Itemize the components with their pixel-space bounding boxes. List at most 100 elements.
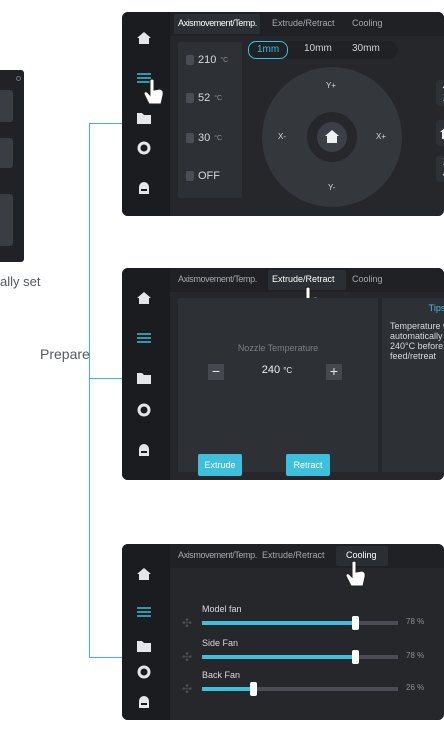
fan-row-back: Back Fan ✣ 26 %: [178, 670, 444, 716]
slider-knob[interactable]: [249, 682, 257, 696]
fan-percent: 78 %: [406, 651, 425, 660]
step-30mm[interactable]: 30mm: [352, 43, 380, 54]
home-icon[interactable]: [136, 566, 152, 582]
extrude-button[interactable]: Extrude: [198, 454, 242, 476]
hand-cursor-icon: [345, 560, 366, 587]
tab-axis-temp[interactable]: Axismovement/Temp.: [178, 274, 257, 284]
fan-name: Side Fan: [202, 638, 239, 648]
home-axes-icon: [325, 130, 339, 143]
sidebar: [122, 544, 166, 720]
sliders-icon[interactable]: [136, 330, 152, 346]
fan-percent: 78 %: [406, 617, 425, 626]
connector-line: [89, 378, 125, 379]
x-minus-button[interactable]: X-: [278, 132, 286, 141]
slider-fill: [202, 687, 253, 691]
tab-axis-temp[interactable]: Axismovement/Temp.: [178, 550, 257, 560]
y-minus-button[interactable]: Y-: [328, 183, 335, 192]
tips-panel: Tips Temperature will automatically heat…: [382, 298, 444, 472]
y-plus-button[interactable]: Y+: [326, 81, 336, 90]
extrude-retract-screen: Axismovement/Temp. Extrude/Retract Cooli…: [122, 268, 444, 480]
home-icon[interactable]: [136, 30, 152, 46]
main-content: Axismovement/Temp. Extrude/Retract Cooli…: [170, 12, 444, 216]
main-content: Axismovement/Temp. Extrude/Retract Cooli…: [170, 544, 444, 720]
tab-extrude-retract[interactable]: Extrude/Retract: [272, 18, 335, 28]
bed-icon: [186, 93, 194, 103]
prepare-label: Prepare: [40, 346, 90, 362]
fan-icon: ✣: [182, 682, 193, 696]
folder-icon[interactable]: [136, 370, 152, 386]
sliders-icon[interactable]: [136, 604, 152, 620]
tab-cooling[interactable]: Cooling: [352, 18, 383, 28]
fan-slider[interactable]: [202, 616, 398, 630]
fan-name: Back Fan: [202, 670, 241, 680]
fragment-button: [0, 194, 13, 246]
connector-line: [89, 657, 125, 658]
retract-button[interactable]: Retract: [286, 454, 330, 476]
tab-extrude-retract[interactable]: Extrude/Retract: [272, 274, 335, 284]
main-content: Axismovement/Temp. Extrude/Retract Cooli…: [170, 268, 444, 480]
home-z-icon: [440, 128, 444, 139]
step-selector: 1mm 10mm 30mm: [248, 41, 398, 59]
home-z-button[interactable]: [436, 120, 444, 146]
step-10mm[interactable]: 10mm: [304, 43, 332, 54]
bed-temp[interactable]: 52 °C: [186, 92, 222, 104]
chamber-temp[interactable]: 30 °C: [186, 132, 222, 144]
fan-name: Model fan: [202, 604, 242, 614]
chamber-icon: [186, 133, 194, 143]
tab-cooling[interactable]: Cooling: [352, 274, 383, 284]
tab-bar: Axismovement/Temp. Extrude/Retract Cooli…: [170, 12, 444, 36]
nozzle-temperature-label: Nozzle Temperature: [237, 343, 319, 353]
cooling-screen: Axismovement/Temp. Extrude/Retract Cooli…: [122, 544, 444, 720]
home-icon[interactable]: [136, 290, 152, 306]
nozzle-temp[interactable]: 210 °C: [186, 54, 228, 66]
fan-slider[interactable]: [202, 650, 398, 664]
slider-knob[interactable]: [351, 650, 359, 664]
connector-line: [89, 123, 125, 124]
increase-temp-button[interactable]: +: [326, 364, 342, 380]
slider-fill: [202, 655, 355, 659]
sidebar: [122, 12, 166, 216]
robot-icon[interactable]: [136, 442, 152, 458]
nozzle-temperature-panel: Nozzle Temperature − 240 °C + Extrude Re…: [178, 298, 378, 476]
axis-temp-screen: Axismovement/Temp. Extrude/Retract Cooli…: [122, 12, 444, 216]
tips-text: Temperature will automatically heat up t…: [390, 321, 444, 361]
gear-icon[interactable]: [136, 402, 152, 418]
folder-icon[interactable]: [136, 110, 152, 126]
tab-bar: Axismovement/Temp. Extrude/Retract Cooli…: [170, 544, 444, 568]
tips-title: Tips: [428, 303, 444, 313]
fan-icon: [186, 171, 194, 181]
fragment-button: [0, 138, 13, 168]
fan-slider[interactable]: [202, 682, 398, 696]
home-all-button[interactable]: [317, 122, 347, 152]
connector-bracket: [89, 123, 125, 658]
z-up-button[interactable]: Z: [436, 80, 444, 106]
decrease-temp-button[interactable]: −: [208, 364, 224, 380]
x-plus-button[interactable]: X+: [376, 132, 386, 141]
fan-icon: ✣: [182, 650, 193, 664]
fragment-button: [0, 90, 13, 122]
tab-extrude-retract[interactable]: Extrude/Retract: [262, 550, 325, 560]
folder-icon[interactable]: [136, 638, 152, 654]
robot-icon[interactable]: [136, 694, 152, 710]
fan-status[interactable]: OFF: [186, 170, 220, 182]
left-caption: ally set: [0, 274, 41, 289]
step-1mm[interactable]: 1mm: [248, 41, 289, 59]
temperature-column: 210 °C 52 °C 30 °C OFF: [178, 42, 242, 198]
tab-cooling[interactable]: Cooling: [346, 550, 377, 560]
sidebar: [122, 268, 166, 480]
gear-icon[interactable]: [136, 664, 152, 680]
nozzle-icon: [186, 55, 194, 65]
slider-fill: [202, 621, 355, 625]
nozzle-temp-value[interactable]: 240 °C: [236, 364, 318, 380]
robot-icon[interactable]: [136, 180, 152, 196]
fan-percent: 26 %: [406, 683, 425, 692]
pad-center: [307, 112, 357, 162]
gear-icon[interactable]: [136, 140, 152, 156]
hand-cursor-icon: [143, 78, 164, 105]
partial-screen-fragment: [0, 70, 24, 262]
wifi-icon: [16, 76, 21, 81]
tab-axis-temp[interactable]: Axismovement/Temp.: [178, 18, 257, 28]
z-down-button[interactable]: Z: [436, 156, 444, 182]
slider-knob[interactable]: [351, 616, 359, 630]
xy-jog-pad: Y+ Y- X- X+: [262, 67, 402, 207]
